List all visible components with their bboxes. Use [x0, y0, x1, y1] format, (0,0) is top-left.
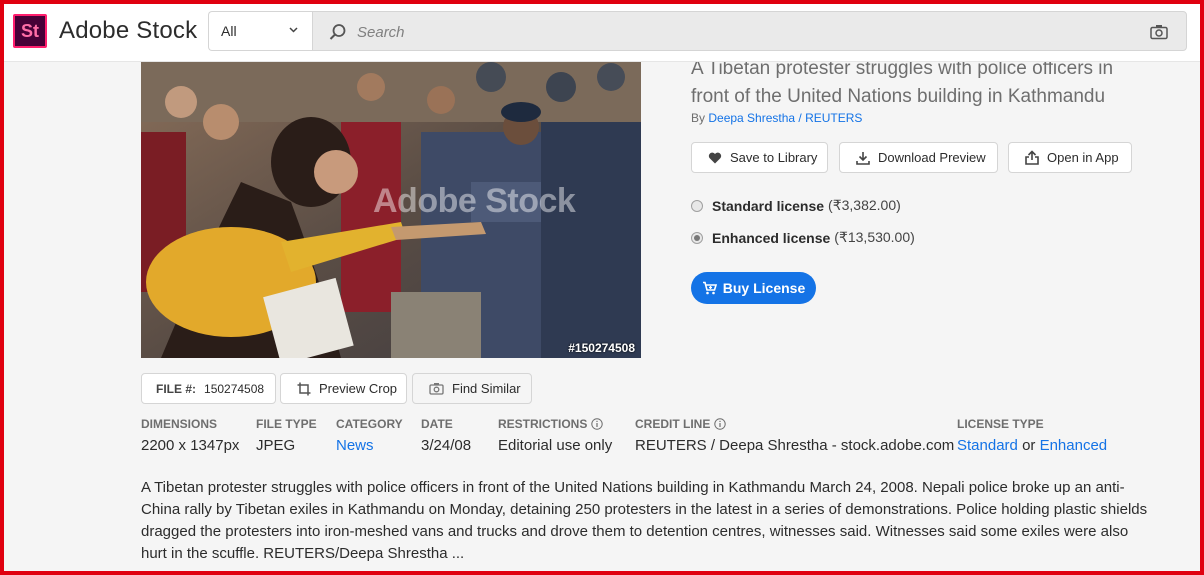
brand-name[interactable]: Adobe Stock [59, 17, 197, 45]
category-label: CATEGORY [336, 417, 403, 431]
author-link[interactable]: Deepa Shrestha / REUTERS [708, 111, 862, 125]
file-number-box: FILE #: 150274508 [141, 373, 276, 404]
meta-credit-line: CREDIT LINE REUTERS / Deepa Shrestha - s… [635, 417, 954, 454]
standard-license-option[interactable]: Standard license (₹3,382.00) [691, 197, 901, 214]
camera-icon [429, 383, 444, 395]
asset-description: A Tibetan protester struggles with polic… [141, 479, 1148, 562]
standard-license-radio[interactable] [691, 199, 703, 212]
search-input[interactable] [357, 20, 1117, 44]
open-app-label: Open in App [1047, 150, 1119, 165]
buy-license-button[interactable]: Buy License [691, 272, 816, 304]
chevron-down-icon [289, 24, 298, 36]
meta-license-type: LICENSE TYPE Standard or Enhanced [957, 417, 1107, 454]
enhanced-license-price: (₹13,530.00) [834, 229, 915, 245]
search-bar [312, 11, 1187, 51]
byline-prefix: By [691, 111, 706, 125]
license-type-label: LICENSE TYPE [957, 417, 1044, 431]
preview-crop-button[interactable]: Preview Crop [280, 373, 407, 404]
meta-date: DATE 3/24/08 [421, 417, 471, 454]
save-to-library-button[interactable]: Save to Library [691, 142, 828, 173]
asset-id-tag: #150274508 [568, 341, 635, 355]
category-link[interactable]: News [336, 437, 374, 454]
find-similar-label: Find Similar [452, 381, 521, 396]
meta-dimensions: DIMENSIONS 2200 x 1347px [141, 417, 239, 454]
cart-icon [702, 281, 717, 295]
find-similar-button[interactable]: Find Similar [412, 373, 532, 404]
adobe-stock-watermark: Adobe Stock [373, 182, 576, 220]
open-in-app-button[interactable]: Open in App [1008, 142, 1132, 173]
credit-value: REUTERS / Deepa Shrestha - stock.adobe.c… [635, 437, 955, 454]
credit-label: CREDIT LINE [635, 417, 711, 431]
filetype-value: JPEG [256, 437, 296, 454]
meta-restrictions: RESTRICTIONS Editorial use only [498, 417, 612, 454]
date-label: DATE [421, 417, 453, 431]
filter-selected-value: All [221, 23, 237, 39]
enhanced-license-label: Enhanced license [712, 229, 831, 246]
share-icon [1025, 150, 1039, 165]
standard-license-link[interactable]: Standard [957, 437, 1018, 454]
enhanced-license-link[interactable]: Enhanced [1040, 437, 1108, 454]
asset-byline: By Deepa Shrestha / REUTERS [691, 111, 862, 125]
info-icon[interactable] [714, 418, 727, 430]
meta-category: CATEGORY News [336, 417, 403, 454]
restrictions-label-row: RESTRICTIONS [498, 417, 612, 431]
download-preview-button[interactable]: Download Preview [839, 142, 998, 173]
file-number-label: FILE #: [156, 381, 197, 396]
search-filter-select[interactable]: All [208, 11, 312, 51]
crop-icon [297, 382, 311, 395]
asset-title: A Tibetan protester struggles with polic… [691, 58, 1114, 107]
download-label: Download Preview [878, 150, 986, 165]
credit-label-row: CREDIT LINE [635, 417, 954, 431]
enhanced-license-radio[interactable] [691, 231, 703, 244]
license-or-text: or [1022, 437, 1036, 454]
standard-license-label: Standard license [712, 197, 825, 214]
camera-icon[interactable] [1150, 24, 1168, 40]
top-header: St Adobe Stock All [0, 0, 1204, 62]
save-label: Save to Library [730, 150, 818, 165]
dimensions-label: DIMENSIONS [141, 417, 218, 431]
download-icon [856, 151, 870, 165]
standard-license-price: (₹3,382.00) [828, 197, 901, 213]
filetype-label: FILE TYPE [256, 417, 317, 431]
date-value: 3/24/08 [421, 437, 472, 454]
preview-crop-label: Preview Crop [319, 381, 398, 396]
file-number-value: 150274508 [204, 381, 265, 396]
asset-preview-image[interactable]: Adobe Stock #150274508 [141, 62, 641, 358]
enhanced-license-option[interactable]: Enhanced license (₹13,530.00) [691, 229, 915, 246]
heart-icon [708, 152, 722, 163]
info-icon[interactable] [591, 418, 604, 430]
restrictions-label: RESTRICTIONS [498, 417, 588, 431]
dimensions-value: 2200 x 1347px [141, 437, 240, 454]
buy-license-label: Buy License [722, 280, 806, 296]
adobe-stock-logo[interactable]: St [13, 14, 47, 48]
meta-filetype: FILE TYPE JPEG [256, 417, 317, 454]
restrictions-value: Editorial use only [498, 437, 613, 454]
search-icon[interactable] [329, 23, 347, 41]
